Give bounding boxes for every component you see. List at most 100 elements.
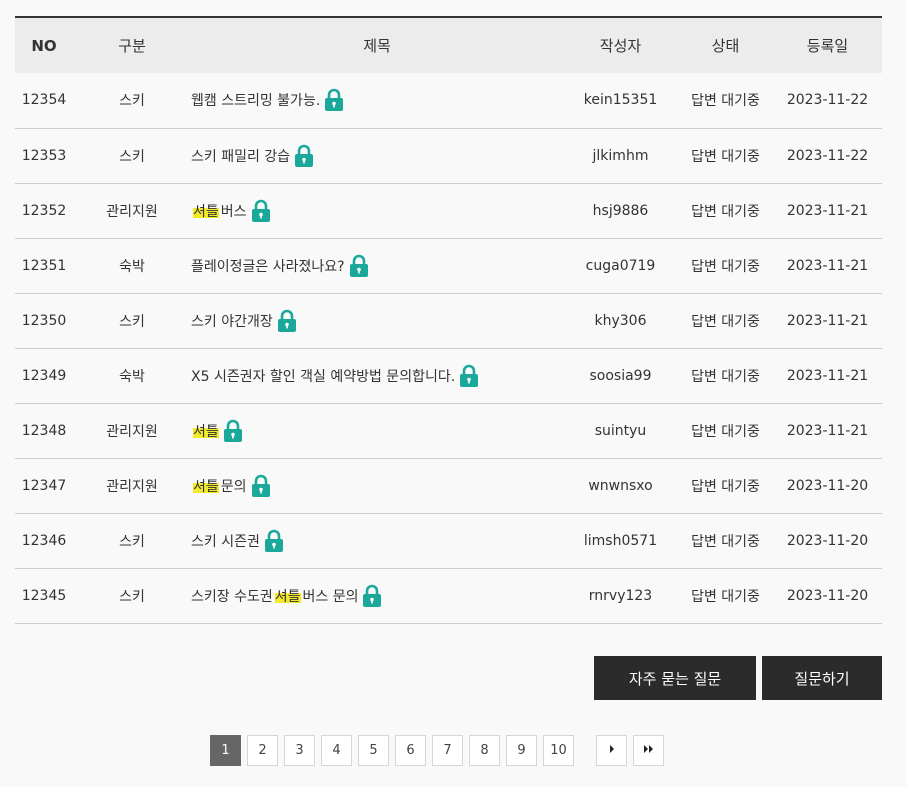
cell-status: 답변 대기중	[691, 93, 760, 110]
title-text: 스키 야간개장	[191, 313, 273, 330]
title-text: X5 시즌권자 할인 객실 예약방법 문의합니다.	[191, 368, 456, 385]
page-3-button[interactable]: 3	[284, 735, 315, 766]
caret-right-icon	[608, 743, 616, 758]
search-highlight: 셔틀	[193, 200, 219, 221]
cell-no: 12347	[21, 477, 67, 494]
header-title: 제목	[363, 37, 391, 55]
cell-no: 12354	[21, 92, 67, 109]
page-7-button[interactable]: 7	[432, 735, 463, 766]
header-category: 구분	[118, 37, 146, 55]
header-status: 상태	[711, 37, 740, 55]
cell-author: cuga0719	[585, 257, 656, 274]
cell-title[interactable]: 셔틀 문의	[191, 458, 563, 513]
post-title-link[interactable]: 스키 야간개장	[191, 309, 297, 333]
faq-button[interactable]: 자주 묻는 질문	[594, 656, 756, 700]
cell-no: 12350	[21, 312, 67, 329]
cell-category: 관리지원	[106, 203, 158, 220]
cell-no: 12352	[21, 202, 67, 219]
next-page-button[interactable]	[596, 735, 627, 766]
post-title-link[interactable]: 스키 패밀리 강습	[191, 144, 314, 168]
table-row[interactable]: 12353 스키 스키 패밀리 강습 jlkimhm 답변 대기중 2023-11-22	[15, 128, 882, 183]
pagination: 1 2 3 4 5 6 7 8 9 10	[210, 735, 664, 766]
title-text-suffix: 문의	[220, 478, 247, 495]
page-6-button[interactable]: 6	[395, 735, 426, 766]
page-5-button[interactable]: 5	[358, 735, 389, 766]
cell-author: wnwnsxo	[588, 477, 653, 494]
qna-table: NO 구분 제목 작성자 상태 등록일 12354 스키 웹캠 스트리밍 불가능. k…	[15, 16, 882, 624]
table-row[interactable]: 12346 스키 스키 시즌권 limsh0571 답변 대기중 2023-11-20	[15, 513, 882, 568]
lock-icon	[324, 88, 344, 112]
title-text: 웹캠 스트리밍 불가능.	[191, 93, 321, 110]
cell-title[interactable]: 스키 야간개장	[191, 293, 563, 348]
table-row[interactable]: 12351 숙박 플레이정글은 사라졌나요? cuga0719 답변 대기중 2023-1…	[15, 238, 882, 293]
table-row[interactable]: 12347 관리지원 셔틀 문의 wnwnsxo 답변 대기중 2023-11-20	[15, 458, 882, 513]
lock-icon	[362, 584, 382, 608]
cell-status: 답변 대기중	[691, 423, 760, 440]
header-no: NO	[31, 36, 57, 55]
cell-status: 답변 대기중	[691, 258, 760, 275]
cell-category: 스키	[119, 93, 145, 110]
cell-date: 2023-11-21	[786, 367, 869, 384]
page-8-button[interactable]: 8	[469, 735, 500, 766]
cell-title[interactable]: X5 시즌권자 할인 객실 예약방법 문의합니다.	[191, 348, 563, 403]
cell-no: 12348	[21, 422, 67, 439]
cell-category: 숙박	[119, 258, 145, 275]
cell-status: 답변 대기중	[691, 533, 760, 550]
qna-board: NO 구분 제목 작성자 상태 등록일 12354 스키 웹캠 스트리밍 불가능. k…	[15, 16, 882, 624]
table-row[interactable]: 12352 관리지원 셔틀 버스 hsj9886 답변 대기중 2023-11-21	[15, 183, 882, 238]
cell-author: suintyu	[594, 422, 647, 439]
post-title-link[interactable]: 플레이정글은 사라졌나요?	[191, 254, 369, 278]
cell-category: 관리지원	[106, 423, 158, 440]
cell-title[interactable]: 웹캠 스트리밍 불가능.	[191, 73, 563, 128]
post-title-link[interactable]: 셔틀 문의	[191, 474, 271, 498]
cell-author: khy306	[594, 312, 647, 329]
cell-category: 스키	[119, 148, 145, 165]
post-title-link[interactable]: 셔틀 버스	[191, 199, 271, 223]
cell-no: 12351	[21, 257, 67, 274]
search-highlight: 셔틀	[193, 420, 219, 441]
cell-no: 12346	[21, 532, 67, 549]
page-4-button[interactable]: 4	[321, 735, 352, 766]
table-row[interactable]: 12350 스키 스키 야간개장 khy306 답변 대기중 2023-11-21	[15, 293, 882, 348]
post-title-link[interactable]: 스키장 수도권 셔틀 버스 문의	[191, 584, 382, 608]
page-1-button[interactable]: 1	[210, 735, 241, 766]
cell-no: 12353	[21, 147, 67, 164]
cell-title[interactable]: 셔틀	[191, 403, 563, 458]
page-9-button[interactable]: 9	[506, 735, 537, 766]
cell-date: 2023-11-20	[786, 477, 869, 494]
cell-date: 2023-11-22	[786, 147, 869, 164]
title-text-suffix: 버스	[220, 203, 247, 220]
post-title-link[interactable]: 스키 시즌권	[191, 529, 284, 553]
post-title-link[interactable]: X5 시즌권자 할인 객실 예약방법 문의합니다.	[191, 364, 479, 388]
table-row[interactable]: 12349 숙박 X5 시즌권자 할인 객실 예약방법 문의합니다. soosia99…	[15, 348, 882, 403]
cell-category: 스키	[119, 313, 145, 330]
table-row[interactable]: 12345 스키 스키장 수도권 셔틀 버스 문의 rnrvy123 답변 대기중 202…	[15, 568, 882, 623]
page-2-button[interactable]: 2	[247, 735, 278, 766]
ask-question-button[interactable]: 질문하기	[762, 656, 882, 700]
cell-author: soosia99	[589, 367, 652, 384]
table-row[interactable]: 12354 스키 웹캠 스트리밍 불가능. kein15351 답변 대기중 2023-1…	[15, 73, 882, 128]
cell-category: 스키	[119, 588, 145, 605]
cell-category: 관리지원	[106, 478, 158, 495]
title-text: 플레이정글은 사라졌나요?	[191, 258, 345, 275]
lock-icon	[223, 419, 243, 443]
table-row[interactable]: 12348 관리지원 셔틀 suintyu 답변 대기중 2023-11-21	[15, 403, 882, 458]
cell-title[interactable]: 셔틀 버스	[191, 183, 563, 238]
cell-title[interactable]: 스키 패밀리 강습	[191, 128, 563, 183]
board-actions: 자주 묻는 질문 질문하기	[594, 656, 882, 700]
post-title-link[interactable]: 웹캠 스트리밍 불가능.	[191, 88, 344, 112]
header-date: 등록일	[806, 37, 849, 55]
cell-author: limsh0571	[583, 532, 658, 549]
last-page-button[interactable]	[633, 735, 664, 766]
post-title-link[interactable]: 셔틀	[191, 419, 243, 443]
page-10-button[interactable]: 10	[543, 735, 574, 766]
cell-title[interactable]: 플레이정글은 사라졌나요?	[191, 238, 563, 293]
cell-status: 답변 대기중	[691, 368, 760, 385]
cell-title[interactable]: 스키 시즌권	[191, 513, 563, 568]
cell-category: 숙박	[119, 368, 145, 385]
title-text-suffix: 버스 문의	[302, 588, 359, 605]
cell-title[interactable]: 스키장 수도권 셔틀 버스 문의	[191, 568, 563, 623]
title-text: 스키 패밀리 강습	[191, 148, 291, 165]
cell-status: 답변 대기중	[691, 478, 760, 495]
search-highlight: 셔틀	[193, 475, 219, 496]
